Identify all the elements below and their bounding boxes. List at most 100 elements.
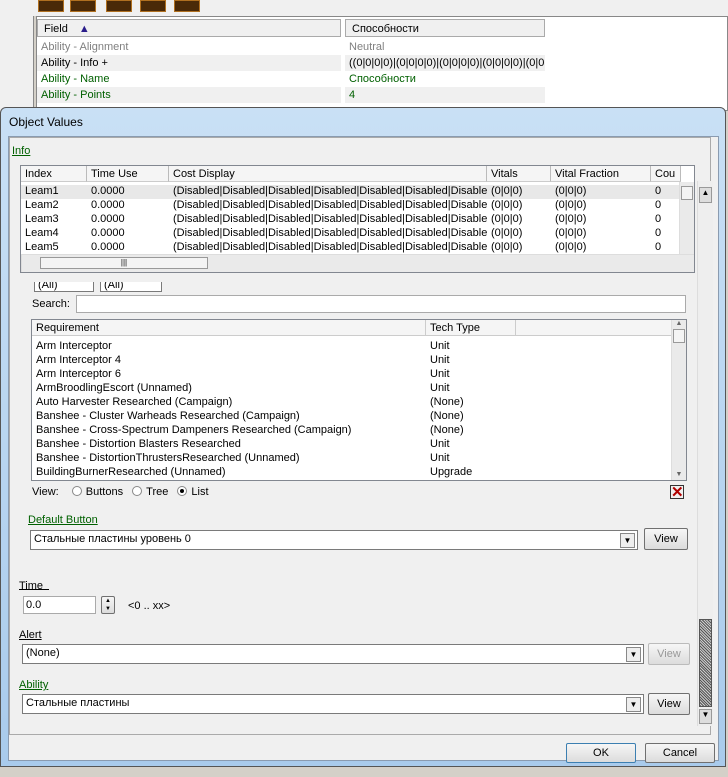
info-cell: (0|0|0) <box>491 185 523 197</box>
requirement-row[interactable]: BuildingBurnerResearched (Unnamed) Upgrad… <box>32 466 670 480</box>
requirement-name: Banshee - Cross-Spectrum Dampeners Resea… <box>36 424 352 436</box>
scrollbar-thumb[interactable] <box>699 619 712 707</box>
grid-header-value[interactable]: Способности <box>345 19 545 37</box>
grid-row-value[interactable]: Способности <box>345 71 545 87</box>
info-table-row[interactable]: Leam1 0.0000 (Disabled|Disabled|Disabled|D… <box>21 185 679 199</box>
requirement-row[interactable]: Arm Interceptor Unit <box>32 340 670 354</box>
info-cell: (0|0|0) <box>555 241 587 253</box>
radio-tree[interactable] <box>132 486 143 496</box>
toolbar-button[interactable] <box>70 0 96 12</box>
clear-requirement-icon[interactable]: ✕ <box>670 485 684 500</box>
info-cell: (0|0|0) <box>555 213 587 225</box>
info-cell: Leam1 <box>25 185 59 197</box>
requirement-tech-type: Unit <box>430 382 450 394</box>
time-range: <0 .. xx> <box>128 600 171 612</box>
requirement-name: Arm Interceptor 6 <box>36 368 121 380</box>
default-button-label[interactable]: Default Button <box>28 514 98 526</box>
grid-row-field[interactable]: Ability - Points <box>37 87 341 103</box>
grid-row-field[interactable]: Ability - Name <box>37 71 341 87</box>
ability-label[interactable]: Ability <box>19 679 48 691</box>
ability-view-button[interactable]: View <box>648 693 690 715</box>
info-column-header[interactable]: Time Use <box>87 166 169 182</box>
column-requirement[interactable]: Requirement <box>32 320 426 336</box>
toolbar-button[interactable] <box>38 0 64 12</box>
info-cell: 0 <box>655 241 662 253</box>
toolbar-button[interactable] <box>106 0 132 12</box>
info-horizontal-scrollbar[interactable]: ||| <box>21 254 694 272</box>
requirement-row[interactable]: Banshee - Cross-Spectrum Dampeners Resea… <box>32 424 670 438</box>
info-table-row[interactable]: Leam3 0.0000 (Disabled|Disabled|Disabled|D… <box>21 213 679 227</box>
column-tech-type[interactable]: Tech Type <box>426 320 516 336</box>
view-label: View: <box>32 486 59 498</box>
ok-button[interactable]: OK <box>566 743 636 763</box>
alert-label[interactable]: Alert <box>19 629 42 641</box>
left-panel <box>0 16 34 116</box>
info-cell: Leam5 <box>25 241 59 253</box>
info-table-row[interactable]: Leam2 0.0000 (Disabled|Disabled|Disabled|D… <box>21 199 679 213</box>
radio-list[interactable] <box>177 486 188 496</box>
filter-select-2[interactable]: (All) <box>100 282 162 292</box>
grid-row-field[interactable]: Ability - Alignment <box>37 39 341 55</box>
info-cell: 0 <box>655 199 662 211</box>
info-column-header[interactable]: Vitals <box>487 166 551 182</box>
info-column-header[interactable]: Vital Fraction <box>551 166 651 182</box>
radio-buttons[interactable] <box>71 486 82 496</box>
filter-select-1[interactable]: (All) <box>34 282 94 292</box>
requirement-tech-type: Upgrade <box>430 466 473 478</box>
info-cell: Leam3 <box>25 213 59 225</box>
sort-ascending-icon: ▲ <box>78 23 90 35</box>
info-cell: (Disabled|Disabled|Disabled|Disabled|Dis… <box>173 213 487 225</box>
requirement-row[interactable]: Arm Interceptor 6 Unit <box>32 368 670 382</box>
info-label[interactable]: Info <box>12 145 30 157</box>
requirement-row[interactable]: ArmBroodlingEscort (Unnamed) Unit <box>32 382 670 396</box>
info-cell: 0 <box>655 213 662 225</box>
requirement-tech-type: Unit <box>430 438 450 450</box>
ability-value: Стальные пластины <box>26 697 130 709</box>
info-cell: (0|0|0) <box>491 227 523 239</box>
panel-scrollbar[interactable]: ▲ ▼ <box>697 181 713 726</box>
info-cell: (0|0|0) <box>491 199 523 211</box>
info-cell: Leam2 <box>25 199 59 211</box>
info-cell: (Disabled|Disabled|Disabled|Disabled|Dis… <box>173 185 487 197</box>
grid-header-field[interactable]: Field ▲ <box>37 19 341 37</box>
requirement-tech-type: Unit <box>430 354 450 366</box>
info-column-header[interactable]: Cou <box>651 166 681 182</box>
requirement-row[interactable]: Banshee - Cluster Warheads Researched (C… <box>32 410 670 424</box>
info-cell: (0|0|0) <box>555 185 587 197</box>
alert-select[interactable]: (None) ▼ <box>22 644 644 664</box>
filter-value: (All) <box>104 282 124 291</box>
info-cell: 0.0000 <box>91 185 125 197</box>
toolbar-button[interactable] <box>174 0 200 12</box>
filter-value: (All) <box>38 282 58 291</box>
grid-row-value[interactable]: ((0|0|0|0)|(0|0|0|0)|(0|0|0|0)|(0|0|0|0)… <box>345 55 545 71</box>
info-table: Index Time Use Cost Display Vitals Vital Fra… <box>20 165 695 273</box>
default-button-select[interactable]: Стальные пластины уровень 0 ▼ <box>30 530 638 550</box>
requirement-tech-type: (None) <box>430 410 464 422</box>
toolbar-button[interactable] <box>140 0 166 12</box>
info-vertical-scrollbar[interactable] <box>679 182 694 254</box>
info-cell: (0|0|0) <box>555 199 587 211</box>
requirement-scrollbar[interactable]: ▲ ▼ <box>671 320 686 480</box>
info-column-header[interactable]: Cost Display <box>169 166 487 182</box>
cancel-button[interactable]: Cancel <box>645 743 715 763</box>
grid-row-value[interactable]: 4 <box>345 87 545 103</box>
requirement-row[interactable]: Banshee - DistortionThrustersResearched … <box>32 452 670 466</box>
time-stepper[interactable]: ▲ ▼ <box>101 596 115 614</box>
info-cell: 0 <box>655 227 662 239</box>
info-table-row[interactable]: Leam5 0.0000 (Disabled|Disabled|Disabled|D… <box>21 241 679 255</box>
info-column-header[interactable]: Index <box>21 166 87 182</box>
time-input[interactable] <box>23 596 96 614</box>
search-input[interactable] <box>76 295 686 313</box>
info-table-row[interactable]: Leam4 0.0000 (Disabled|Disabled|Disabled|D… <box>21 227 679 241</box>
requirement-row[interactable]: Auto Harvester Researched (Campaign) (Non… <box>32 396 670 410</box>
info-cell: 0 <box>655 185 662 197</box>
ability-select[interactable]: Стальные пластины ▼ <box>22 694 644 714</box>
default-button-view-button[interactable]: View <box>644 528 688 550</box>
alert-view-button[interactable]: View <box>648 643 690 665</box>
requirement-name: Arm Interceptor <box>36 340 112 352</box>
grid-row-field[interactable]: Ability - Info + <box>37 55 341 71</box>
grid-row-value[interactable]: Neutral <box>345 39 545 55</box>
requirement-row[interactable]: Arm Interceptor 4 Unit <box>32 354 670 368</box>
requirement-row[interactable]: Banshee - Distortion Blasters Researched… <box>32 438 670 452</box>
view-mode-group: View: Buttons Tree List <box>32 486 209 498</box>
